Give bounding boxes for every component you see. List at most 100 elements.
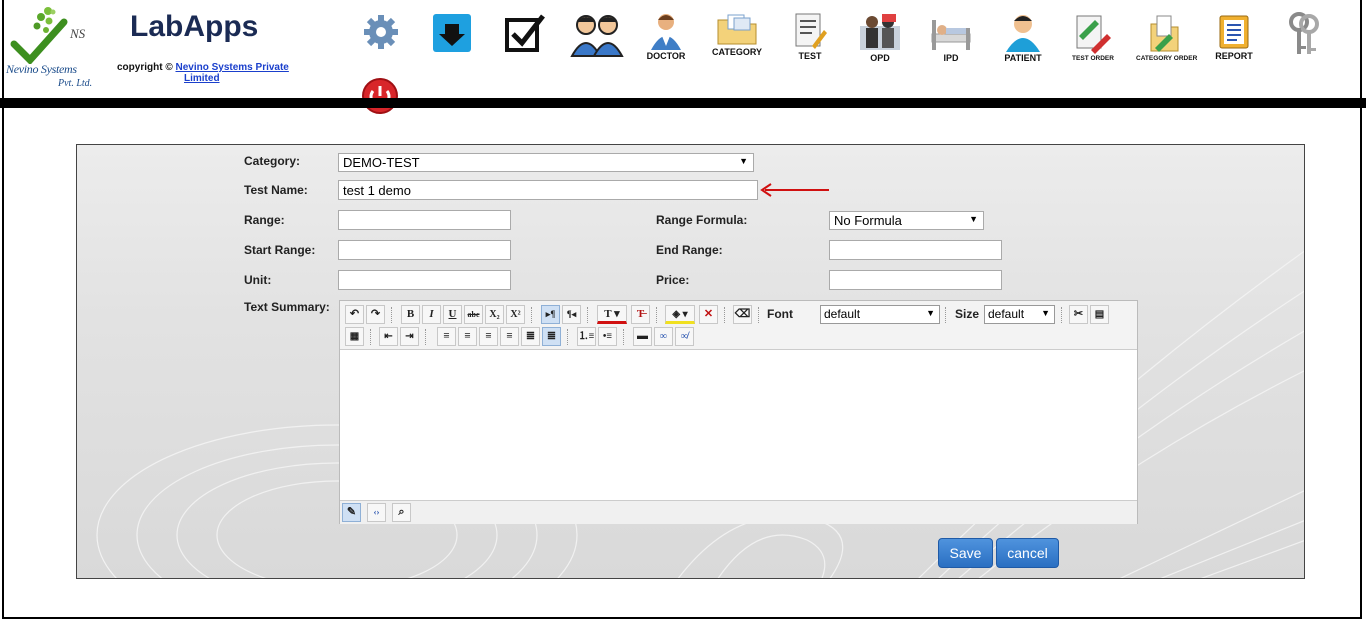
strikethrough-icon[interactable]: abc: [464, 305, 483, 324]
toolbar-separator: [724, 307, 726, 323]
remove-highlight-icon[interactable]: ✕: [699, 305, 718, 324]
eraser-icon[interactable]: ⌫: [733, 305, 752, 324]
size-select-value: default: [988, 307, 1025, 321]
design-mode-icon[interactable]: ✎: [342, 503, 361, 522]
test-icon: [795, 13, 827, 49]
range-formula-value: No Formula: [834, 213, 902, 228]
font-color-icon[interactable]: T ▾: [597, 305, 627, 324]
text-summary-label: Text Summary:: [244, 300, 330, 314]
unit-input[interactable]: [338, 270, 511, 290]
clear-format-icon[interactable]: T̶: [631, 305, 650, 324]
nav-category-label: CATEGORY: [711, 47, 762, 57]
nav-settings[interactable]: [359, 12, 403, 64]
toolbar-separator: [391, 307, 393, 323]
copyright-link[interactable]: Nevino Systems Private: [175, 62, 288, 73]
highlight-color-icon[interactable]: ◈ ▾: [665, 305, 695, 324]
nav-users[interactable]: [570, 12, 624, 64]
undo-icon[interactable]: ↶: [345, 305, 364, 324]
folder-icon: [717, 14, 757, 45]
header: NS Nevino Systems Pvt. Ltd. LabApps copy…: [4, 0, 1360, 114]
price-label: Price:: [656, 273, 690, 287]
copyright-prefix: copyright ©: [117, 62, 173, 73]
align-none-icon[interactable]: ≣: [542, 327, 561, 346]
category-label: Category:: [244, 154, 301, 168]
end-range-input[interactable]: [829, 240, 1002, 260]
align-left-icon[interactable]: ≡: [458, 327, 477, 346]
toolbar-separator: [945, 307, 947, 323]
toolbar-separator: [1061, 307, 1063, 323]
toolbar-separator: [531, 307, 533, 323]
subscript-icon[interactable]: X₂: [485, 305, 504, 324]
redo-icon[interactable]: ↷: [366, 305, 385, 324]
nav-doctor[interactable]: DOCTOR: [640, 12, 692, 64]
nav-ipd[interactable]: IPD: [926, 12, 976, 64]
power-icon: [362, 78, 398, 114]
paste-icon[interactable]: ▤: [1090, 305, 1109, 324]
cancel-button[interactable]: cancel: [996, 538, 1059, 568]
align-right-icon[interactable]: ≡: [500, 327, 519, 346]
editor-content-area[interactable]: [340, 350, 1137, 500]
unordered-list-icon[interactable]: •≡: [598, 327, 617, 346]
ordered-list-icon[interactable]: ⒈≡: [577, 327, 596, 346]
doctor-icon: [651, 14, 681, 50]
nav-report[interactable]: REPORT: [1208, 12, 1260, 64]
start-range-label: Start Range:: [244, 243, 316, 257]
paragraph-format-icon[interactable]: ≡: [437, 327, 456, 346]
price-input[interactable]: [829, 270, 1002, 290]
horizontal-rule-icon[interactable]: ▬: [633, 327, 652, 346]
size-label: Size: [955, 307, 980, 321]
align-center-icon[interactable]: ≡: [479, 327, 498, 346]
superscript-icon[interactable]: X²: [506, 305, 525, 324]
nav-patient[interactable]: PATIENT: [998, 12, 1048, 64]
unlink-icon[interactable]: ∞̸: [675, 327, 694, 346]
paste-word-icon[interactable]: ▦: [345, 327, 364, 346]
bold-icon[interactable]: B: [401, 305, 420, 324]
range-input[interactable]: [338, 210, 511, 230]
test-form-panel: Category: DEMO-TEST ▼ Test Name: Range: …: [76, 144, 1305, 579]
range-label: Range:: [244, 213, 285, 227]
annotation-arrow-icon: [760, 183, 829, 197]
nav-report-label: REPORT: [1215, 51, 1253, 61]
nav-keys[interactable]: [1284, 12, 1324, 64]
copyright-link-limited[interactable]: Limited: [117, 73, 297, 84]
italic-icon[interactable]: I: [422, 305, 441, 324]
nav-doctor-label: DOCTOR: [646, 51, 686, 61]
save-button[interactable]: Save: [938, 538, 993, 568]
rtl-icon[interactable]: ¶◂: [562, 305, 581, 324]
underline-icon[interactable]: U: [443, 305, 462, 324]
chevron-down-icon: ▼: [926, 308, 935, 318]
outdent-icon[interactable]: ⇤: [379, 327, 398, 346]
toolbar-separator: [623, 329, 625, 345]
link-icon[interactable]: ∞: [654, 327, 673, 346]
align-justify-icon[interactable]: ≣: [521, 327, 540, 346]
font-select[interactable]: default ▼: [820, 305, 940, 324]
start-range-input[interactable]: [338, 240, 511, 260]
editor-mode-bar: ✎ ‹› ⌕: [340, 500, 1137, 524]
nav-opd[interactable]: OPD: [856, 12, 904, 64]
toolbar-separator: [656, 307, 658, 323]
ltr-icon[interactable]: ▸¶: [541, 305, 560, 324]
indent-icon[interactable]: ⇥: [400, 327, 419, 346]
logo-company-text: Nevino Systems: [6, 62, 77, 76]
size-select[interactable]: default ▼: [984, 305, 1055, 324]
category-select[interactable]: DEMO-TEST ▼: [338, 153, 754, 172]
cut-icon[interactable]: ✂: [1069, 305, 1088, 324]
nav-test-label: TEST: [798, 51, 822, 61]
keys-icon: [1289, 12, 1319, 54]
app-title: LabApps: [130, 10, 259, 43]
toolbar-separator: [758, 307, 760, 323]
range-formula-select[interactable]: No Formula ▼: [829, 211, 984, 230]
html-mode-icon[interactable]: ‹›: [367, 503, 386, 522]
company-logo: NS Nevino Systems Pvt. Ltd.: [6, 4, 100, 90]
nav-test-order[interactable]: TEST ORDER: [1066, 12, 1120, 64]
nav-category[interactable]: CATEGORY: [710, 12, 764, 64]
nav-download[interactable]: [430, 12, 474, 64]
nav-category-order[interactable]: CATEGORY ORDER: [1136, 12, 1197, 64]
test-name-label: Test Name:: [244, 183, 308, 197]
preview-mode-icon[interactable]: ⌕: [392, 503, 411, 522]
nav-checklist[interactable]: [502, 12, 548, 64]
nav-test[interactable]: TEST: [788, 12, 832, 64]
chevron-down-icon: ▼: [739, 156, 748, 166]
test-name-input[interactable]: [338, 180, 758, 200]
logout-button[interactable]: [361, 77, 401, 117]
